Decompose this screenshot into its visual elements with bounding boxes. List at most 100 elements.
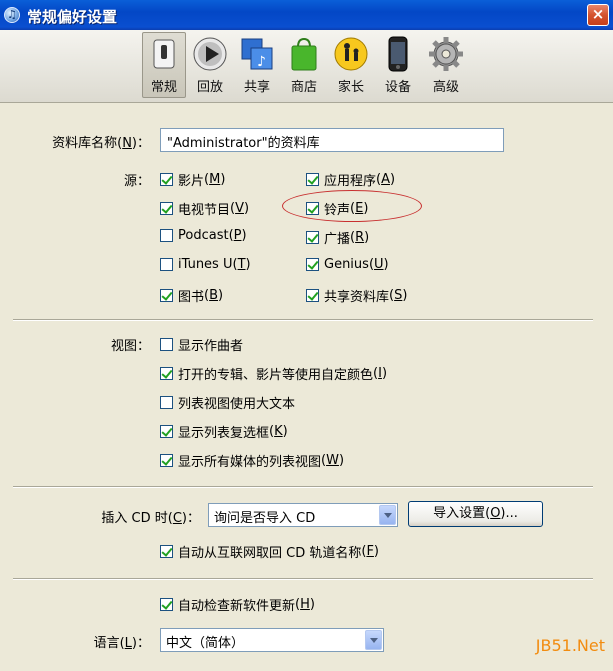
checkbox-box[interactable] [160, 338, 173, 351]
language-select[interactable]: 中文（简体） [160, 628, 384, 652]
view-checkbox[interactable]: 列表视图使用大文本 [160, 393, 295, 412]
tab-sharing-label: 共享 [243, 80, 270, 95]
itunes-icon [4, 7, 20, 23]
sharing-icon: ♪ [239, 36, 275, 72]
playback-icon [192, 36, 228, 72]
access-key: B [209, 288, 219, 303]
tab-parental[interactable]: 家长 [329, 36, 373, 95]
tab-general[interactable]: 常规 [142, 32, 186, 98]
tab-playback-label: 回放 [196, 80, 223, 95]
checkbox-label: 打开的专辑、影片等使用自定颜色 [178, 368, 374, 383]
divider [13, 578, 593, 580]
checkbox-label: 影片 [178, 174, 205, 189]
checkbox-label: Podcast [178, 228, 229, 243]
sources-label: 源： [123, 174, 150, 189]
access-key: R [355, 230, 365, 245]
checkbox-box[interactable] [160, 258, 173, 271]
checkbox-label: 显示作曲者 [178, 339, 244, 354]
access-key: V [235, 201, 244, 216]
source-checkbox[interactable]: Genius(U) [306, 257, 389, 272]
tab-sharing[interactable]: ♪ 共享 [235, 36, 279, 95]
access-key: P [233, 228, 242, 243]
checkbox-box[interactable] [160, 173, 173, 186]
checkbox-box[interactable] [160, 367, 173, 380]
source-checkbox[interactable]: Podcast(P) [160, 228, 247, 243]
source-checkbox[interactable]: 应用程序(A) [306, 170, 395, 189]
checkbox-box[interactable] [306, 231, 319, 244]
tab-store-label: 商店 [290, 80, 317, 95]
tab-playback[interactable]: 回放 [188, 36, 232, 95]
language-label: 语言(L)： [93, 636, 150, 651]
checkbox-box[interactable] [160, 598, 173, 611]
checkbox-label: 显示列表复选框 [178, 426, 270, 441]
tab-store[interactable]: 商店 [282, 36, 326, 95]
checkbox-label: 广播 [324, 232, 351, 247]
close-button[interactable]: × [587, 4, 609, 26]
view-checkbox[interactable]: 显示作曲者 [160, 335, 243, 354]
view-checkbox[interactable]: 打开的专辑、影片等使用自定颜色(I) [160, 364, 387, 383]
cd-action-select[interactable]: 询问是否导入 CD [208, 503, 398, 527]
checkbox-label: 图书 [178, 290, 205, 305]
tab-devices[interactable]: 设备 [376, 36, 420, 95]
svg-text:♪: ♪ [257, 54, 266, 70]
view-checkbox[interactable]: 显示列表复选框(K) [160, 422, 288, 441]
library-name-label: 资料库名称(N)： [52, 136, 150, 151]
watermark: JB51.Net [535, 636, 605, 655]
access-key: W [326, 453, 339, 468]
source-checkbox[interactable]: 图书(B) [160, 286, 223, 305]
general-switch-icon [146, 36, 182, 72]
highlight-ellipse [282, 190, 422, 222]
checkbox-box[interactable] [160, 202, 173, 215]
checkbox-label: 显示所有媒体的列表视图 [178, 455, 322, 470]
library-name-field[interactable]: "Administrator"的资料库 [160, 128, 504, 152]
source-checkbox[interactable]: 影片(M) [160, 170, 225, 189]
access-key: T [237, 257, 246, 272]
checkbox-box[interactable] [160, 425, 173, 438]
checkbox-box[interactable] [306, 258, 319, 271]
auto-cd-names-checkbox[interactable]: 自动从互联网取回 CD 轨道名称(F) [160, 542, 379, 561]
tab-advanced-label: 高级 [432, 80, 459, 95]
checkbox-box[interactable] [160, 289, 173, 302]
views-label: 视图： [110, 339, 150, 354]
cd-insert-label: 插入 CD 时(C)： [101, 511, 200, 526]
checkbox-label: 列表视图使用大文本 [178, 397, 296, 412]
access-key: A [381, 172, 390, 187]
divider [13, 319, 593, 321]
checkbox-label: 应用程序 [324, 174, 377, 189]
auto-update-checkbox[interactable]: 自动检查新软件更新(H) [160, 595, 315, 614]
checkbox-box[interactable] [160, 396, 173, 409]
title-bar: 常规偏好设置 × [0, 0, 613, 30]
checkbox-label: Genius [324, 257, 369, 272]
access-key: U [374, 257, 384, 272]
source-checkbox[interactable]: iTunes U(T) [160, 257, 251, 272]
divider [13, 486, 593, 488]
checkbox-box[interactable] [160, 454, 173, 467]
window-title: 常规偏好设置 [27, 8, 118, 26]
tab-devices-label: 设备 [384, 80, 411, 95]
checkbox-box[interactable] [160, 545, 173, 558]
parental-icon [333, 36, 369, 72]
tab-advanced[interactable]: 高级 [424, 36, 468, 95]
source-checkbox[interactable]: 共享资料库(S) [306, 286, 407, 305]
access-key: S [394, 288, 403, 303]
tab-parental-label: 家长 [337, 80, 364, 95]
import-settings-button[interactable]: 导入设置(O)... [408, 501, 543, 527]
checkbox-box[interactable] [306, 173, 319, 186]
store-bag-icon [286, 36, 322, 72]
language-value: 中文（简体） [166, 636, 245, 651]
advanced-gear-icon [428, 36, 464, 72]
device-icon [380, 36, 416, 72]
checkbox-box[interactable] [306, 289, 319, 302]
checkbox-label: 电视节目 [178, 203, 231, 218]
chevron-down-icon[interactable] [365, 630, 382, 650]
checkbox-label: iTunes U [178, 257, 233, 272]
access-key: M [209, 172, 221, 187]
source-checkbox[interactable]: 广播(R) [306, 228, 369, 247]
view-checkbox[interactable]: 显示所有媒体的列表视图(W) [160, 451, 344, 470]
cd-action-value: 询问是否导入 CD [214, 511, 316, 526]
checkbox-box[interactable] [160, 229, 173, 242]
tab-general-label: 常规 [150, 80, 177, 95]
access-key: I [378, 366, 382, 381]
source-checkbox[interactable]: 电视节目(V) [160, 199, 249, 218]
chevron-down-icon[interactable] [379, 505, 396, 525]
